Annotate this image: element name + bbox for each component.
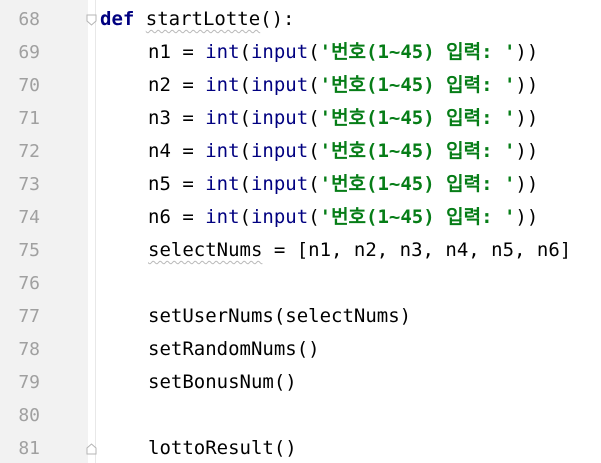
line-number: 68 [18,9,40,30]
code-text: setBonusNum() [100,366,297,399]
code-line[interactable]: 78 setRandomNums() [0,333,601,366]
code-token: n2 = [148,74,206,96]
code-token: input [250,206,309,228]
code-token: n6 = [148,206,206,228]
code-token: ( [239,206,251,228]
code-text: n2 = int(input('번호(1~45) 입력: ')) [100,69,538,102]
code-line[interactable]: 76 [0,267,601,300]
code-token: input [250,107,309,129]
code-token: )) [515,107,539,129]
code-token: ( [239,107,251,129]
fold-end-icon[interactable] [86,443,97,455]
code-token: )) [515,74,539,96]
code-token: int [205,173,240,195]
code-text: lottoResult() [100,432,297,463]
line-number: 77 [18,306,40,327]
code-token: n3 = [148,107,206,129]
line-number: 78 [18,339,40,360]
code-token: '번호(1~45) 입력: ' [319,206,516,228]
code-token: )) [515,41,539,63]
code-token: (): [260,8,295,30]
code-token: ( [308,107,320,129]
code-token: int [205,41,240,63]
code-token: ( [308,74,320,96]
code-token: )) [515,173,539,195]
code-text: n5 = int(input('번호(1~45) 입력: ')) [100,168,538,201]
code-line[interactable]: 79 setBonusNum() [0,366,601,399]
code-token: )) [515,140,539,162]
code-token: input [250,74,309,96]
code-token: '번호(1~45) 입력: ' [319,107,516,129]
code-token: ( [308,206,320,228]
code-text: n4 = int(input('번호(1~45) 입력: ')) [100,135,538,168]
code-token: ( [239,74,251,96]
code-token: int [205,107,240,129]
code-token: ( [239,173,251,195]
line-number: 73 [18,174,40,195]
code-token: input [250,140,309,162]
line-number: 81 [18,438,40,459]
line-number: 72 [18,141,40,162]
code-token: selectNums [148,239,263,261]
code-token: '번호(1~45) 입력: ' [319,140,516,162]
code-line[interactable]: 72 n4 = int(input('번호(1~45) 입력: ')) [0,135,601,168]
code-token: int [205,74,240,96]
code-token: '번호(1~45) 입력: ' [319,41,516,63]
line-number: 70 [18,75,40,96]
code-token: int [205,140,240,162]
code-line[interactable]: 71 n3 = int(input('번호(1~45) 입력: ')) [0,102,601,135]
code-token: ( [239,41,251,63]
code-line[interactable]: 69 n1 = int(input('번호(1~45) 입력: ')) [0,36,601,69]
code-token: ( [308,173,320,195]
code-text: def startLotte(): [100,3,295,36]
code-line[interactable]: 73 n5 = int(input('번호(1~45) 입력: ')) [0,168,601,201]
code-token: lottoResult() [148,437,297,459]
code-line[interactable]: 80 [0,399,601,432]
code-token: startLotte [145,8,261,30]
line-number: 69 [18,42,40,63]
code-token: input [250,173,309,195]
code-token: def [100,8,135,30]
code-line[interactable]: 74 n6 = int(input('번호(1~45) 입력: ')) [0,201,601,234]
code-line[interactable]: 75 selectNums = [n1, n2, n3, n4, n5, n6] [0,234,601,267]
code-text: n6 = int(input('번호(1~45) 입력: ')) [100,201,538,234]
code-line[interactable]: 70 n2 = int(input('번호(1~45) 입력: ')) [0,69,601,102]
code-token: ( [239,140,251,162]
line-number: 80 [18,405,40,426]
code-token: input [250,41,309,63]
line-number: 79 [18,372,40,393]
code-token: ( [308,140,320,162]
code-token: n4 = [148,140,206,162]
code-token: )) [515,206,539,228]
code-token: setBonusNum() [148,371,297,393]
code-token: setRandomNums() [148,338,320,360]
line-number: 76 [18,273,40,294]
line-number: 71 [18,108,40,129]
code-text: setUserNums(selectNums) [100,300,411,333]
code-token: int [205,206,240,228]
code-line[interactable]: 77 setUserNums(selectNums) [0,300,601,333]
line-number: 74 [18,207,40,228]
code-token: = [n1, n2, n3, n4, n5, n6] [262,239,572,261]
code-token: '번호(1~45) 입력: ' [319,173,516,195]
fold-start-icon[interactable] [86,14,97,26]
code-line[interactable]: 68 def startLotte(): [0,3,601,36]
code-token: setUserNums(selectNums) [148,305,412,327]
code-editor[interactable]: 68 def startLotte(): 69 n1 = int(input('번호(… [0,0,601,463]
code-text: n3 = int(input('번호(1~45) 입력: ')) [100,102,538,135]
code-token: ( [308,41,320,63]
line-number: 75 [18,240,40,261]
code-text: n1 = int(input('번호(1~45) 입력: ')) [100,36,538,69]
code-text: selectNums = [n1, n2, n3, n4, n5, n6] [100,234,571,267]
code-token: '번호(1~45) 입력: ' [319,74,516,96]
code-line[interactable]: 81 lottoResult() [0,432,601,463]
code-text: setRandomNums() [100,333,320,366]
code-token: n5 = [148,173,206,195]
code-token: n1 = [148,41,206,63]
